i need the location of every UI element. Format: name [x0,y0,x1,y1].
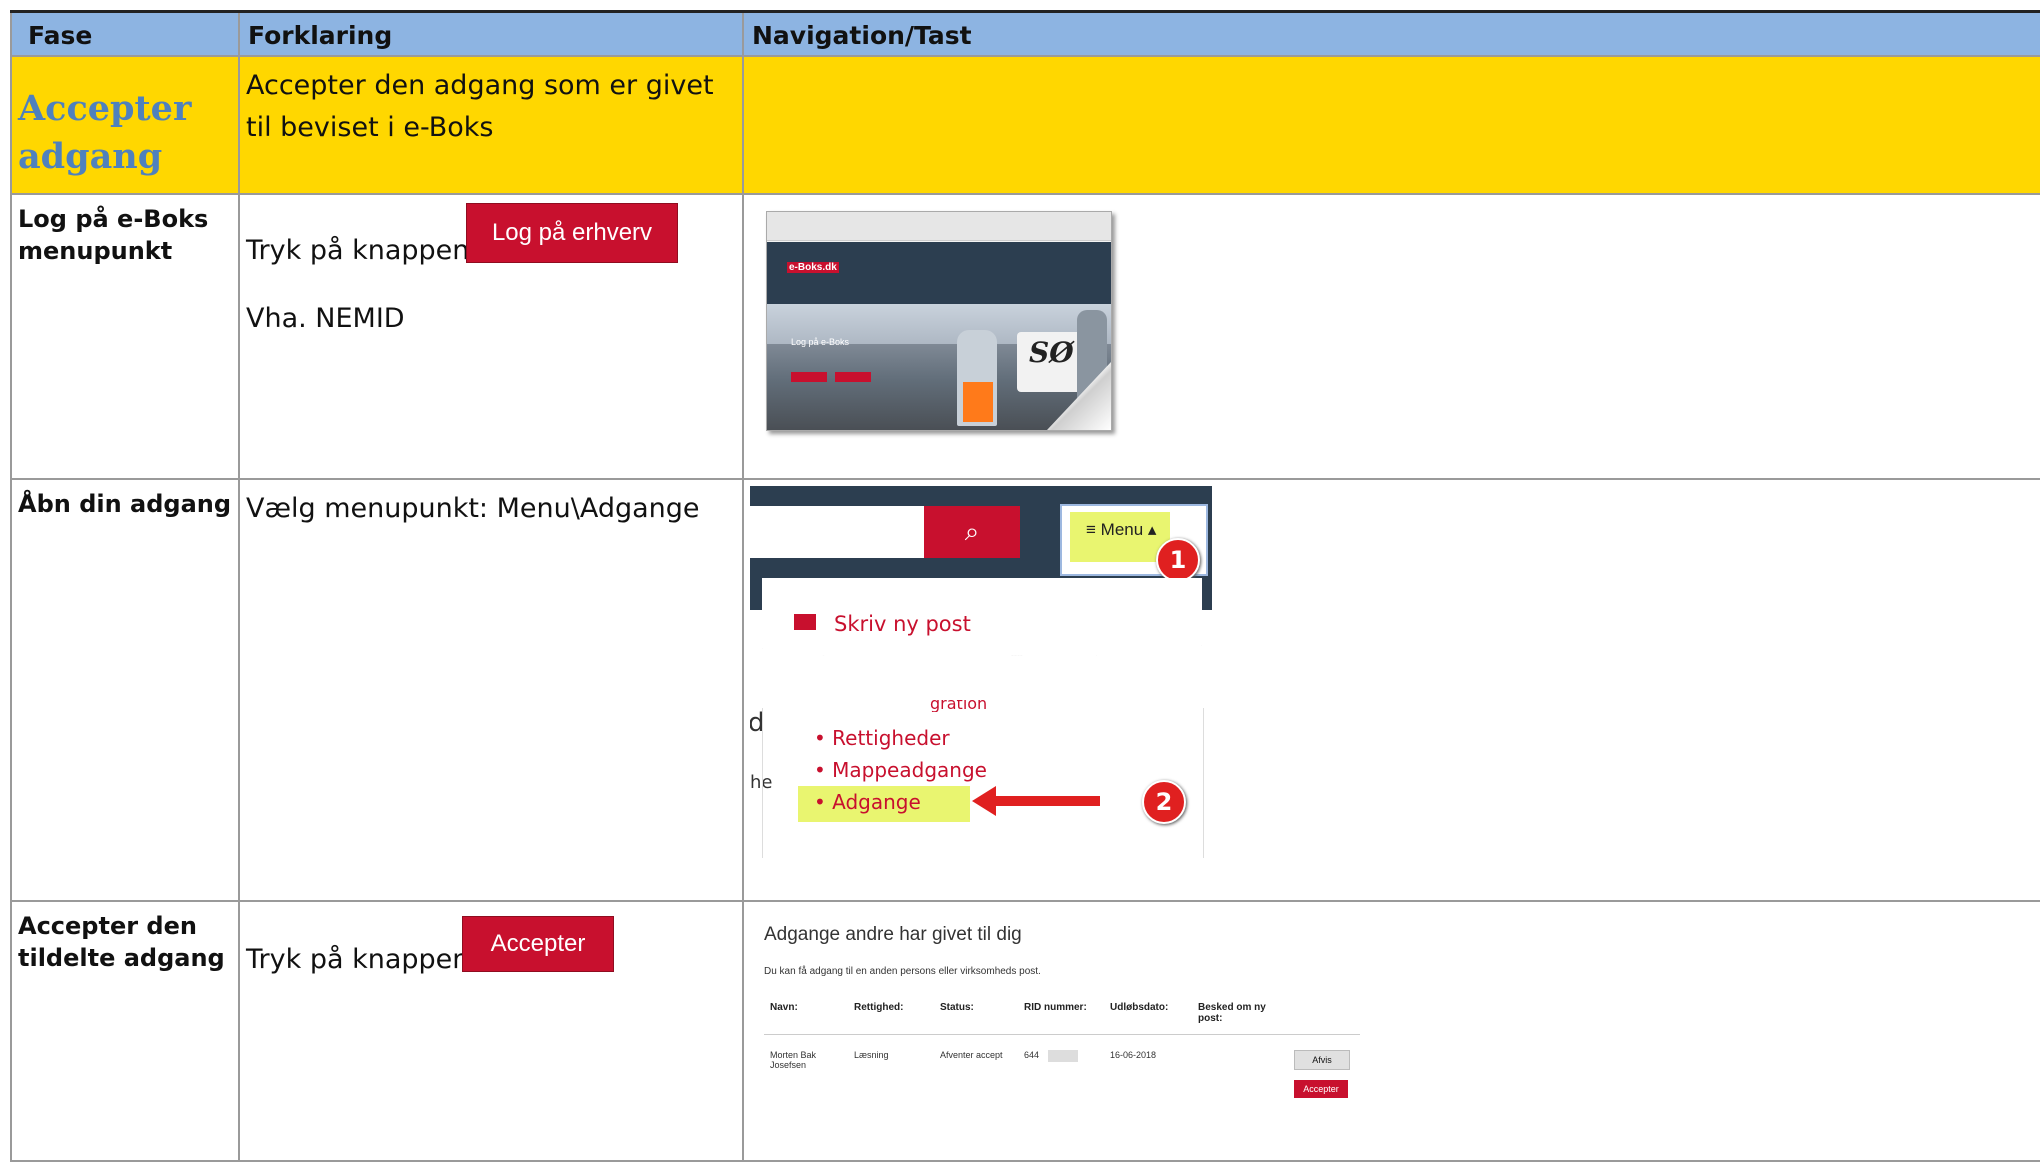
menu-item-adgange[interactable]: • Adgange [814,790,921,814]
col-navn: Navn: [770,1002,798,1013]
adgange-subtitle: Du kan få adgang til en anden persons el… [764,966,1041,977]
phase-explanation: Accepter den adgang som er givet til bev… [246,70,714,143]
phase-title: Accepter adgang [18,88,192,177]
hero-text: Log på e-Boks [791,337,850,347]
search-input[interactable] [750,506,924,558]
col-rettighed: Rettighed: [854,1002,904,1013]
cut-off-item: gration [930,700,988,712]
menu-screenshot: ⌕ ≡ Menu ▴ 1 Skriv ny post d he gration … [750,486,1212,864]
search-icon[interactable]: ⌕ [924,506,1020,558]
accepter-button[interactable]: Accepter [462,916,614,972]
navigation-cell: ⌕ ≡ Menu ▴ 1 Skriv ny post d he gration … [742,478,2040,902]
fase-cell: Log på e-Boks menupunkt [10,193,240,480]
col-status: Status: [940,1002,974,1013]
adgange-screenshot: Adgange andre har givet til dig Du kan f… [758,910,1378,1130]
navigation-cell: Adgange andre har givet til dig Du kan f… [742,900,2040,1162]
divider [764,1034,1360,1035]
table-header-row: Fase Forklaring Navigation/Tast [10,10,2040,57]
instruction-text: Tryk på knappen: [246,944,479,975]
col-besked: Besked om ny post: [1198,1002,1266,1024]
boat-text: SØ [1029,336,1074,369]
fase-cell: Accepter den tildelte adgang [10,900,240,1162]
mini-button [791,372,827,382]
cell-status: Afventer accept [940,1050,1003,1060]
arrow-shaft [990,796,1100,806]
step-badge-2: 2 [1142,780,1186,824]
browser-toolbar [767,212,1111,241]
phase-title-cell: Accepter adgang [10,55,240,195]
table-row: Åbn din adgang Vælg menupunkt: Menu\Adga… [10,478,2040,902]
table-row: Log på e-Boks menupunkt Tryk på knappen:… [10,193,2040,480]
cell-udlobsdato: 16-06-2018 [1110,1050,1157,1060]
phase-explanation-cell: Accepter den adgang som er givet til bev… [238,55,744,195]
phase-row: Accepter adgang Accepter den adgang som … [10,55,2040,195]
adgange-title: Adgange andre har givet til dig [764,924,1022,945]
afvis-button[interactable]: Afvis [1294,1050,1350,1070]
explanation-cell: Vælg menupunkt: Menu\Adgange [238,478,744,902]
mini-button [835,372,871,382]
header-forklaring: Forklaring [238,10,744,57]
col-udlobsdato: Udløbsdato: [1110,1002,1169,1013]
cell-rid: 644 [1024,1050,1040,1060]
menu-button[interactable]: ≡ Menu ▴ [1086,520,1156,540]
accept-button[interactable]: Accepter [1294,1080,1348,1098]
fase-label: Accepter den tildelte adgang [18,912,225,972]
navigation-cell: e-Boks.dk SØ Log på e-Boks [742,193,2040,480]
menu-item-rettigheder[interactable]: • Rettigheder [814,726,950,750]
step-badge-1: 1 [1156,538,1200,582]
header-fase: Fase [10,10,240,57]
log-paa-erhverv-button[interactable]: Log på erhverv [466,203,678,263]
instruction-text: Vælg menupunkt: Menu\Adgange [246,493,700,524]
site-header [767,242,1111,304]
explanation-cell: Tryk på knappen: Log på erhverv Vha. NEM… [238,193,744,480]
fase-label: Åbn din adgang [18,490,232,518]
menu-item-mappeadgange[interactable]: • Mappeadgange [814,758,987,782]
process-table: Fase Forklaring Navigation/Tast Accepter… [10,10,2040,1162]
cell-navn: Morten Bak Josefsen [770,1050,817,1070]
torn-edge [762,638,1202,656]
col-rid: RID nummer: [1024,1002,1087,1013]
table-row: Accepter den tildelte adgang Tryk på kna… [10,900,2040,1162]
fase-cell: Åbn din adgang [10,478,240,902]
fase-label: Log på e-Boks menupunkt [18,205,209,265]
instruction-text: Tryk på knappen: [246,235,479,266]
mail-icon [794,614,816,630]
eboks-logo: e-Boks.dk [787,262,839,273]
orange-overalls [963,382,993,422]
skriv-ny-post-item[interactable]: Skriv ny post [834,612,971,636]
header-navigation: Navigation/Tast [742,10,2040,57]
explanation-cell: Tryk på knappen: Accepter [238,900,744,1162]
nemid-text: Vha. NEMID [246,303,405,334]
cell-rettighed: Læsning [854,1050,889,1060]
rid-blur [1048,1050,1078,1062]
phase-navigation-cell [742,55,2040,195]
dropdown-panel [762,578,1202,648]
eboks-login-screenshot: e-Boks.dk SØ Log på e-Boks [766,211,1112,431]
